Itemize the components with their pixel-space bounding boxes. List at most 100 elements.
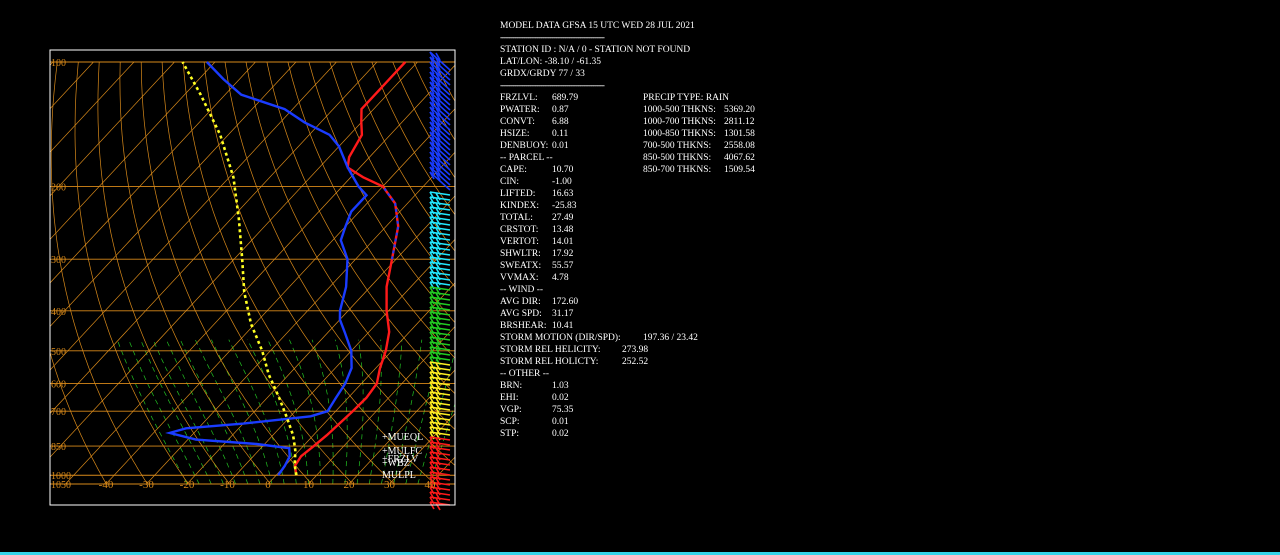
param-value-right: 4067.62 bbox=[724, 153, 755, 163]
param-label: CAPE: bbox=[500, 165, 527, 175]
pressure-tick-label: 100 bbox=[51, 58, 66, 69]
param-row: AVG DIR: 172.60 bbox=[500, 296, 800, 308]
param-label: STORM MOTION (DIR/SPD): bbox=[500, 333, 621, 343]
param-label-right: 1000-850 THKNS: bbox=[643, 129, 716, 139]
param-label: SHWLTR: bbox=[500, 249, 541, 259]
param-row: STORM MOTION (DIR/SPD): 197.36 / 23.42 bbox=[500, 332, 800, 344]
param-value: 0.11 bbox=[552, 129, 569, 139]
param-value-right: 2811.12 bbox=[724, 117, 755, 127]
param-label: AVG SPD: bbox=[500, 309, 542, 319]
temperature-tick-label: -10 bbox=[220, 479, 235, 491]
grid-xy: GRDX/GRDY 77 / 33 bbox=[500, 69, 585, 79]
header-rule-row: ----------------------------------------… bbox=[500, 32, 800, 44]
param-row: BRN: 1.03 bbox=[500, 380, 800, 392]
sounding-parameters-panel: MODEL DATA GFSA 15 UTC WED 28 JUL 2021 -… bbox=[500, 20, 800, 440]
parcel-level-label: +WBZ bbox=[382, 458, 410, 469]
param-label: -- WIND -- bbox=[500, 285, 544, 295]
dry-adiabat-line bbox=[477, 62, 480, 484]
param-value: 10.70 bbox=[552, 165, 574, 175]
param-row: VERTOT: 14.01 bbox=[500, 236, 800, 248]
temperature-tick-label: -30 bbox=[139, 479, 154, 491]
param-value: 31.17 bbox=[552, 309, 574, 319]
temperature-tick-label: -20 bbox=[180, 479, 195, 491]
param-label: FRZLVL: bbox=[500, 93, 538, 103]
param-label: PWATER: bbox=[500, 105, 540, 115]
param-value: 0.02 bbox=[552, 429, 569, 439]
param-row: SWEATX: 55.57 bbox=[500, 260, 800, 272]
param-value: 14.01 bbox=[552, 237, 574, 247]
param-label: BRSHEAR: bbox=[500, 321, 547, 331]
header-rule: ----------------------------------------… bbox=[500, 33, 605, 43]
parcel-level-label: +MUEQL bbox=[382, 432, 423, 443]
param-value: 13.48 bbox=[552, 225, 574, 235]
param-label: BRN: bbox=[500, 381, 523, 391]
param-label: VERTOT: bbox=[500, 237, 539, 247]
grid-row: GRDX/GRDY 77 / 33 bbox=[500, 68, 800, 80]
param-label: CONVT: bbox=[500, 117, 535, 127]
param-value-right: 1301.58 bbox=[724, 129, 755, 139]
param-row: DENBUOY: 0.01 700-500 THKNS: 2558.08 bbox=[500, 140, 800, 152]
param-row: -- PARCEL -- 850-500 THKNS: 4067.62 bbox=[500, 152, 800, 164]
param-value: 172.60 bbox=[552, 297, 579, 307]
param-value: -25.83 bbox=[552, 201, 577, 211]
param-row: BRSHEAR: 10.41 bbox=[500, 320, 800, 332]
pressure-tick-label: 400 bbox=[51, 307, 66, 318]
param-label: VVMAX: bbox=[500, 273, 539, 283]
param-value: 16.63 bbox=[552, 189, 574, 199]
param-label: DENBUOY: bbox=[500, 141, 549, 151]
station-id: STATION ID : N/A / 0 - STATION NOT FOUND bbox=[500, 45, 691, 55]
param-value: 10.41 bbox=[552, 321, 574, 331]
param-value: 55.57 bbox=[552, 261, 574, 271]
param-value: 75.35 bbox=[552, 405, 574, 415]
param-row: TOTAL: 27.49 bbox=[500, 212, 800, 224]
param-label: SWEATX: bbox=[500, 261, 542, 271]
param-label: -- PARCEL -- bbox=[500, 153, 553, 163]
pressure-tick-label: 1050 bbox=[51, 480, 71, 491]
param-value: 689.79 bbox=[552, 93, 579, 103]
param-label: EHI: bbox=[500, 393, 519, 403]
param-row: CONVT: 6.88 1000-700 THKNS: 2811.12 bbox=[500, 116, 800, 128]
param-label-right: 850-500 THKNS: bbox=[643, 153, 712, 163]
param-row: HSIZE: 0.11 1000-850 THKNS: 1301.58 bbox=[500, 128, 800, 140]
dry-adiabat-line bbox=[456, 62, 480, 484]
param-row: STORM REL HELICITY: 273.98 bbox=[500, 344, 800, 356]
temperature-tick-label: -40 bbox=[99, 479, 114, 491]
param-rows: FRZLVL: 689.79 PRECIP TYPE: RAIN PWATER: 0.8… bbox=[500, 92, 800, 440]
param-row: CAPE: 10.70 850-700 THKNS: 1509.54 bbox=[500, 164, 800, 176]
param-value: 0.02 bbox=[552, 393, 569, 403]
param-label: LIFTED: bbox=[500, 189, 536, 199]
pressure-tick-label: 600 bbox=[51, 380, 66, 391]
param-value: 252.52 bbox=[622, 357, 649, 367]
param-row: FRZLVL: 689.79 PRECIP TYPE: RAIN bbox=[500, 92, 800, 104]
param-value-right: 2558.08 bbox=[724, 141, 755, 151]
param-value: 197.36 / 23.42 bbox=[643, 333, 698, 343]
pressure-tick-label: 200 bbox=[51, 182, 66, 193]
temperature-tick-label: 40 bbox=[425, 479, 437, 491]
pressure-tick-label: 850 bbox=[51, 442, 66, 453]
param-label: TOTAL: bbox=[500, 213, 533, 223]
pressure-tick-label: 700 bbox=[51, 407, 66, 418]
isotherm-line bbox=[0, 62, 12, 484]
param-label: -- OTHER -- bbox=[500, 369, 550, 379]
param-label: CIN: bbox=[500, 177, 519, 187]
isotherm-line bbox=[471, 62, 481, 484]
param-value: -1.00 bbox=[552, 177, 572, 187]
param-row: KINDEX: -25.83 bbox=[500, 200, 800, 212]
param-value: 0.01 bbox=[552, 141, 569, 151]
param-row: VVMAX: 4.78 bbox=[500, 272, 800, 284]
param-label-right: 850-700 THKNS: bbox=[643, 165, 712, 175]
pressure-tick-label: 300 bbox=[51, 255, 66, 266]
model-header: MODEL DATA GFSA 15 UTC WED 28 JUL 2021 bbox=[500, 20, 800, 32]
param-row: CIN: -1.00 bbox=[500, 176, 800, 188]
temperature-tick-label: 20 bbox=[344, 479, 356, 491]
param-label: STORM REL HELICITY: bbox=[500, 345, 601, 355]
param-row: VGP: 75.35 bbox=[500, 404, 800, 416]
model-title: MODEL DATA GFSA 15 UTC WED 28 JUL 2021 bbox=[500, 21, 695, 31]
param-row: SHWLTR: 17.92 bbox=[500, 248, 800, 260]
param-value: 0.01 bbox=[552, 417, 569, 427]
station-rule: ----------------------------------------… bbox=[500, 81, 605, 91]
param-label: STP: bbox=[500, 429, 520, 439]
param-value-right: 1509.54 bbox=[724, 165, 755, 175]
param-row: EHI: 0.02 bbox=[500, 392, 800, 404]
parcel-level-label: MULPL bbox=[382, 470, 416, 481]
